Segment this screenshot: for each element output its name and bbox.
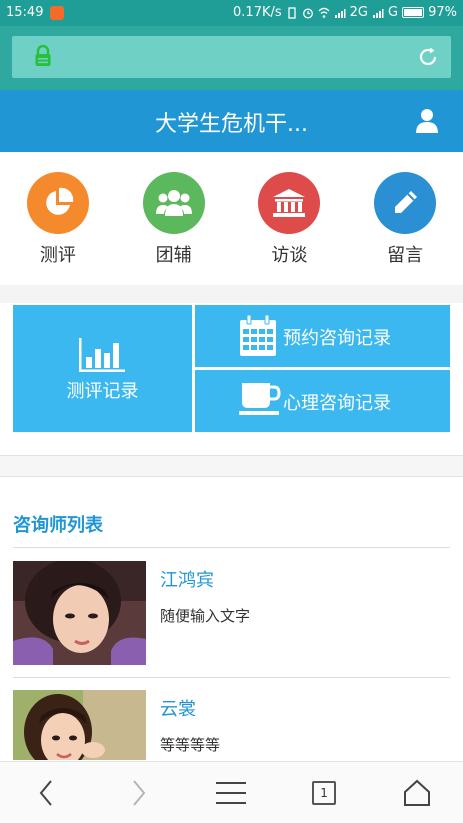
- notification-app-icon: [50, 6, 64, 20]
- address-bar[interactable]: [12, 36, 451, 78]
- tabs-button[interactable]: 1: [278, 762, 371, 823]
- signal-2-label: G: [388, 5, 399, 20]
- battery-icon: [402, 7, 425, 18]
- signal-1-label: 2G: [349, 5, 369, 20]
- status-indicators: 0.17K/s 2G G 97%: [233, 5, 457, 20]
- net-speed: 0.17K/s: [233, 5, 282, 20]
- pencil-icon: [374, 172, 437, 234]
- coffee-cup-icon: [239, 383, 281, 415]
- quick-nav-interview[interactable]: 访谈: [232, 152, 348, 285]
- list-item[interactable]: 江鸿宾 随便输入文字: [13, 561, 450, 669]
- consultant-list-title: 咨询师列表: [13, 515, 103, 536]
- alarm-icon: [302, 8, 313, 18]
- list-item[interactable]: 云裳 等等等等: [13, 690, 450, 760]
- signal-icon: [334, 8, 346, 18]
- quick-nav-assessment[interactable]: 测评: [0, 152, 116, 285]
- home-icon: [403, 779, 430, 806]
- vibrate-icon: [288, 6, 296, 19]
- calendar-icon: [240, 315, 276, 356]
- bank-icon: [258, 172, 321, 234]
- quick-nav-label: 团辅: [155, 245, 192, 266]
- quick-nav-label: 访谈: [271, 245, 308, 266]
- signal-icon: [373, 8, 384, 18]
- consultant-photo: [13, 690, 146, 760]
- status-time: 15:49: [6, 5, 44, 20]
- status-bar: 15:49 0.17K/s 2G G 97%: [0, 0, 463, 26]
- divider: [13, 677, 450, 678]
- assessment-records-tile[interactable]: 测评记录: [13, 305, 192, 432]
- consultant-description: 随便输入文字: [160, 607, 251, 625]
- browser-toolbar: [0, 26, 463, 90]
- quick-nav-label: 测评: [39, 245, 76, 266]
- chevron-left-icon: [39, 780, 53, 806]
- tile-label: 测评记录: [66, 381, 139, 402]
- menu-button[interactable]: [185, 762, 278, 823]
- quick-nav: 测评 团辅 访谈 留言: [0, 152, 463, 285]
- tab-count-icon: 1: [312, 781, 337, 805]
- home-button[interactable]: [370, 762, 463, 823]
- app-header: 大学生危机干...: [0, 90, 463, 152]
- consultant-name[interactable]: 云裳: [160, 695, 196, 721]
- wifi-icon: [318, 7, 330, 18]
- back-button[interactable]: [0, 762, 93, 823]
- group-icon: [142, 172, 205, 234]
- battery-percent: 97%: [428, 5, 457, 20]
- quick-nav-label: 留言: [387, 245, 424, 266]
- browser-bottom-nav: 1: [0, 761, 463, 823]
- divider: [13, 547, 450, 548]
- counseling-records-tile[interactable]: 心理咨询记录: [195, 370, 450, 432]
- section-divider: [0, 455, 463, 477]
- refresh-icon[interactable]: [417, 46, 439, 68]
- chevron-right-icon: [133, 780, 146, 806]
- consultant-photo: [13, 561, 146, 665]
- forward-button[interactable]: [93, 762, 186, 823]
- consultant-name[interactable]: 江鸿宾: [160, 566, 214, 592]
- tile-label: 心理咨询记录: [283, 393, 391, 414]
- quick-nav-group-counseling[interactable]: 团辅: [116, 152, 232, 285]
- appointment-records-tile[interactable]: 预约咨询记录: [195, 305, 450, 367]
- quick-nav-message[interactable]: 留言: [347, 152, 463, 285]
- consultant-description: 等等等等: [160, 736, 221, 754]
- pie-chart-icon: [26, 172, 89, 234]
- menu-icon: [216, 782, 247, 804]
- section-divider: [0, 285, 463, 303]
- bar-chart-icon: [79, 338, 125, 372]
- lock-icon: [35, 45, 51, 66]
- page-title: 大学生危机干...: [155, 112, 308, 137]
- user-icon[interactable]: [415, 108, 439, 134]
- tile-label: 预约咨询记录: [283, 328, 391, 349]
